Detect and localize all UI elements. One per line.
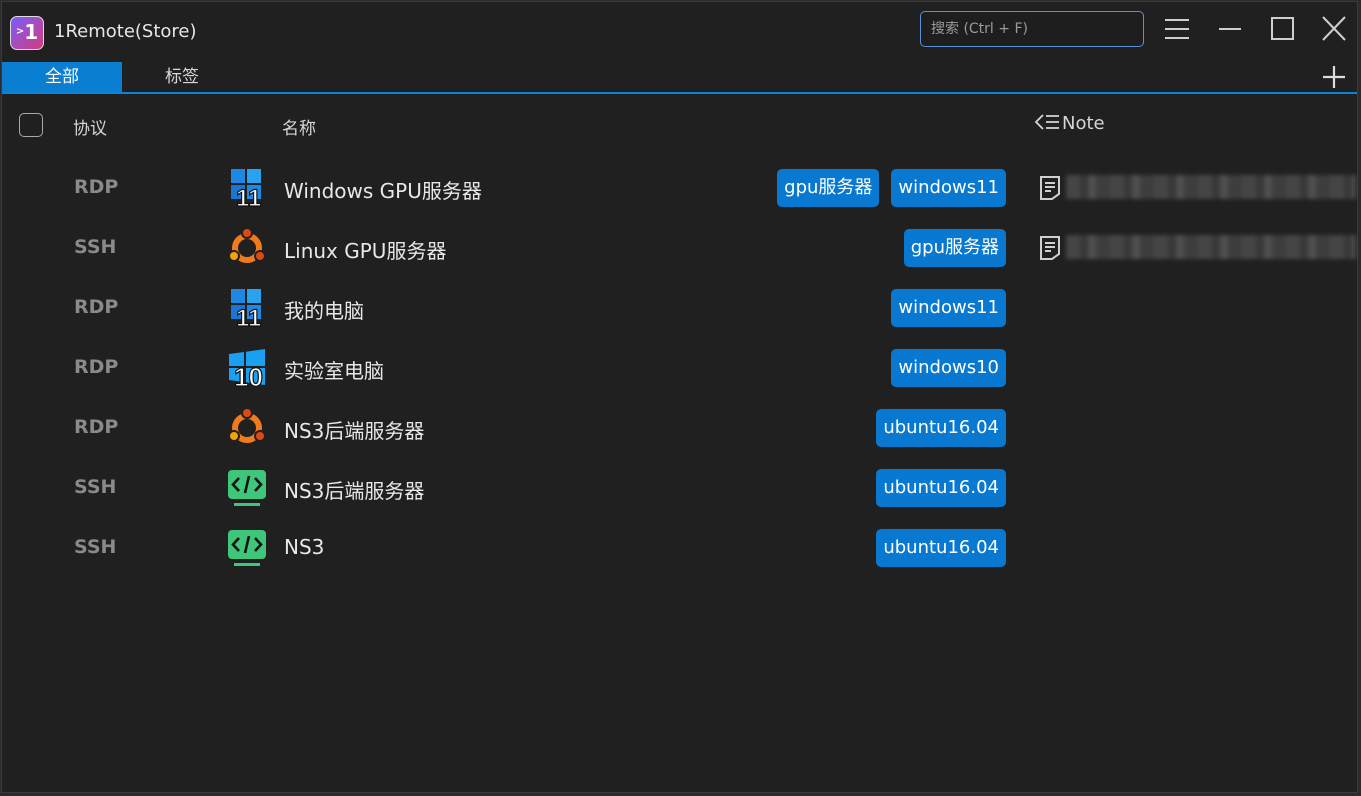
server-name: NS3后端服务器 xyxy=(284,479,425,503)
column-header-name[interactable]: 名称 xyxy=(282,114,316,139)
main-window: >1 1Remote(Store) 全部 标签 协议 名称 Note RDP xyxy=(1,1,1358,793)
windows11-icon: 11 xyxy=(226,168,268,213)
protocol-label: SSH xyxy=(74,536,117,558)
server-row[interactable]: RDP NS3后端服务器 ubuntu16.04 xyxy=(2,398,1359,458)
protocol-label: RDP xyxy=(74,356,119,378)
svg-text:11: 11 xyxy=(236,305,261,328)
menu-button[interactable] xyxy=(1155,10,1199,50)
tag-list: gpu服务器 windows11 xyxy=(777,169,1006,207)
close-button[interactable] xyxy=(1312,10,1356,50)
server-row[interactable]: RDP 11 我的电脑 windows11 xyxy=(2,278,1359,338)
note-text-redacted xyxy=(1066,235,1356,259)
tab-tags[interactable]: 标签 xyxy=(122,62,242,92)
note-toggle[interactable]: Note xyxy=(1034,112,1105,134)
tag-badge[interactable]: ubuntu16.04 xyxy=(876,529,1006,567)
select-all-checkbox[interactable] xyxy=(19,113,43,137)
tag-badge[interactable]: ubuntu16.04 xyxy=(876,469,1006,507)
note-text-redacted xyxy=(1066,175,1356,199)
svg-text:11: 11 xyxy=(236,185,261,208)
server-name: NS3后端服务器 xyxy=(284,419,425,443)
minimize-icon xyxy=(1219,28,1241,30)
tab-all[interactable]: 全部 xyxy=(2,62,122,92)
column-header-protocol[interactable]: 协议 xyxy=(73,114,107,139)
add-server-button[interactable] xyxy=(1321,64,1347,90)
code-terminal-icon xyxy=(226,528,268,568)
title-bar[interactable]: >1 1Remote(Store) xyxy=(2,2,1357,62)
app-logo-icon: >1 xyxy=(10,16,44,50)
server-row[interactable]: SSH Linux GPU服务器 gpu服务器 xyxy=(2,218,1359,278)
tag-badge[interactable]: windows10 xyxy=(891,349,1006,387)
tag-list: windows10 xyxy=(891,349,1006,387)
code-terminal-icon xyxy=(226,468,268,508)
server-row[interactable]: SSH NS3后端服务器 ubuntu16.04 xyxy=(2,458,1359,518)
server-name: 我的电脑 xyxy=(284,299,364,323)
tag-badge[interactable]: windows11 xyxy=(891,289,1006,327)
note-header-label: Note xyxy=(1062,113,1105,134)
tag-list: gpu服务器 xyxy=(903,229,1006,267)
server-row[interactable]: SSH NS3 ubuntu16.04 xyxy=(2,518,1359,578)
note-icon[interactable] xyxy=(1038,175,1062,201)
tag-list: windows11 xyxy=(891,289,1006,327)
server-name: Linux GPU服务器 xyxy=(284,239,447,263)
maximize-button[interactable] xyxy=(1260,10,1304,50)
protocol-label: RDP xyxy=(74,416,119,438)
hamburger-menu-icon xyxy=(1165,19,1189,39)
minimize-button[interactable] xyxy=(1208,10,1252,50)
tag-badge[interactable]: gpu服务器 xyxy=(777,169,880,207)
tag-list: ubuntu16.04 xyxy=(876,469,1006,507)
list-header: 协议 名称 Note xyxy=(2,96,1357,152)
tag-badge[interactable]: windows11 xyxy=(891,169,1006,207)
protocol-label: RDP xyxy=(74,176,119,198)
ubuntu-icon xyxy=(226,407,268,448)
maximize-icon xyxy=(1271,17,1294,40)
window-title: 1Remote(Store) xyxy=(54,21,197,42)
ubuntu-icon xyxy=(226,227,268,268)
tag-list: ubuntu16.04 xyxy=(876,409,1006,447)
svg-text:10: 10 xyxy=(234,362,263,388)
server-row[interactable]: RDP 11 Windows GPU服务器 gpu服务器 windows11 xyxy=(2,158,1359,218)
server-name: NS3 xyxy=(284,535,325,559)
tab-bar: 全部 标签 xyxy=(2,62,1357,94)
windows11-icon: 11 xyxy=(226,288,268,333)
plus-icon xyxy=(1323,66,1345,88)
server-row[interactable]: RDP 10 实验室电脑 windows10 xyxy=(2,338,1359,398)
windows10-icon: 10 xyxy=(226,348,268,393)
tag-badge[interactable]: gpu服务器 xyxy=(903,229,1006,267)
tag-list: ubuntu16.04 xyxy=(876,529,1006,567)
protocol-label: SSH xyxy=(74,476,117,498)
protocol-label: SSH xyxy=(74,236,117,258)
note-icon[interactable] xyxy=(1038,235,1062,261)
protocol-label: RDP xyxy=(74,296,119,318)
search-input[interactable] xyxy=(920,11,1144,47)
server-name: Windows GPU服务器 xyxy=(284,179,482,203)
collapse-list-icon xyxy=(1034,114,1059,130)
close-icon xyxy=(1322,16,1346,41)
tag-badge[interactable]: ubuntu16.04 xyxy=(876,409,1006,447)
server-name: 实验室电脑 xyxy=(284,359,384,383)
